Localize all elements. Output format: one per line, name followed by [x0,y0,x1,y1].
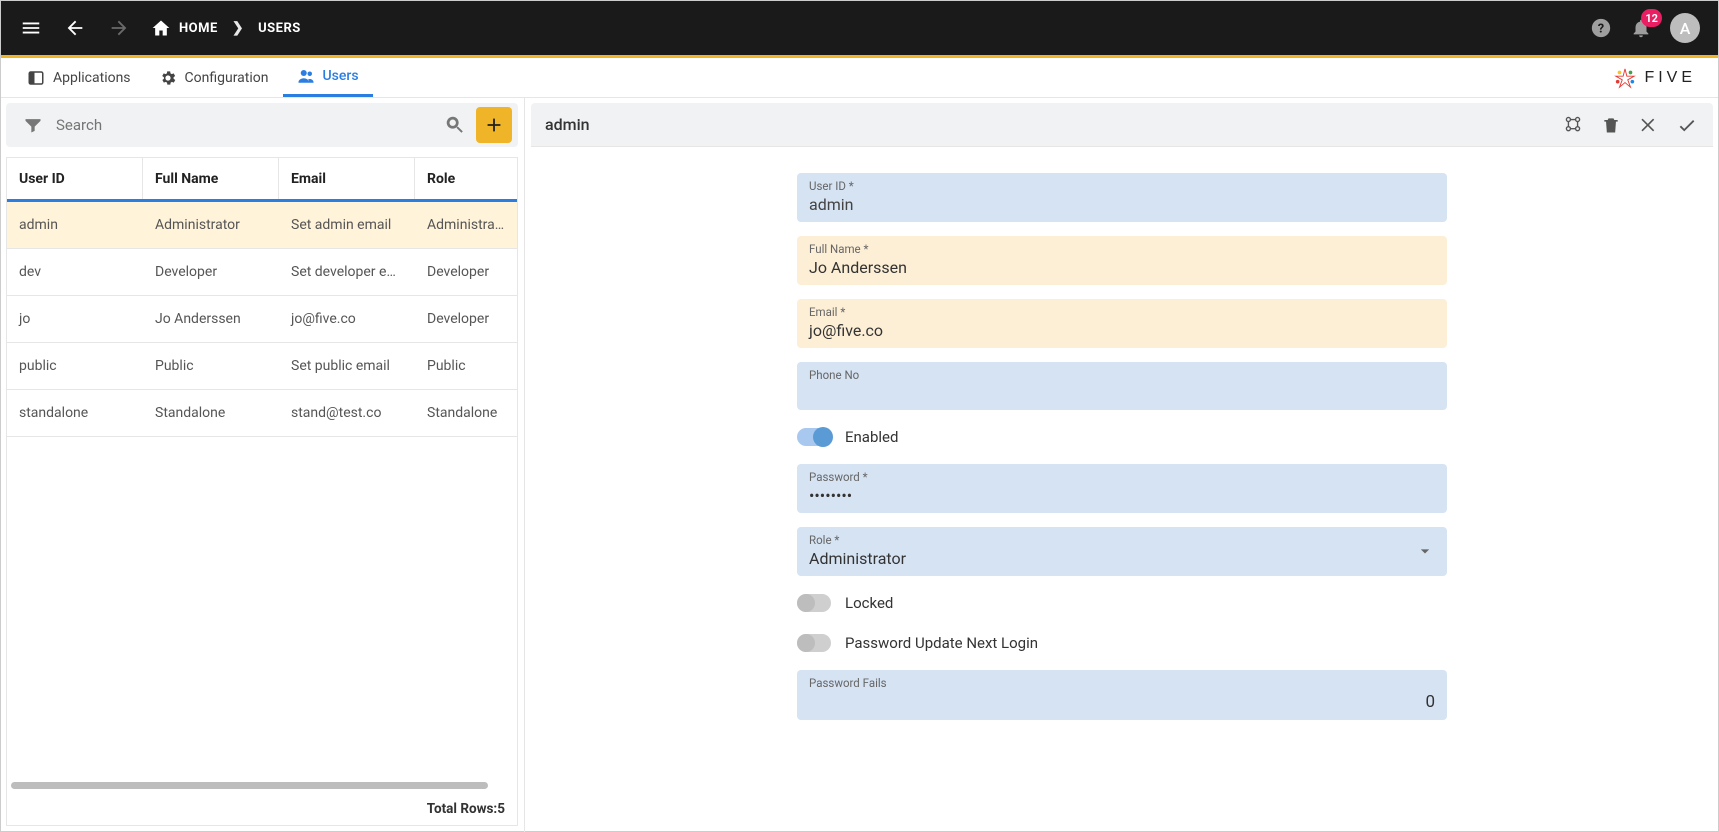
table-cell: Jo Anderssen [143,311,279,327]
field-email[interactable]: Email * jo@five.co [797,299,1447,348]
main-split: User ID Full Name Email Role adminAdmini… [0,97,1719,832]
table-cell: Public [143,358,279,374]
field-password-fails[interactable]: Password Fails 0 [797,670,1447,720]
detail-form: User ID * admin Full Name * Jo Anderssen… [525,147,1719,832]
group-icon[interactable] [1561,113,1585,137]
table-cell: dev [7,264,143,280]
table-cell: Set admin email [279,217,415,233]
tab-users[interactable]: Users [283,58,373,97]
detail-header: admin [531,103,1713,147]
grid-body: adminAdministratorSet admin emailAdminis… [7,202,517,777]
detail-pane: admin User ID * admin [525,97,1719,832]
chevron-right-icon: ❯ [232,20,244,36]
table-cell: stand@test.co [279,405,415,421]
table-cell: Standalone [415,405,517,421]
tab-configuration[interactable]: Configuration [145,58,283,97]
table-row[interactable]: joJo Anderssenjo@five.coDeveloper [7,296,517,343]
avatar[interactable]: A [1670,13,1700,43]
table-cell: Public [415,358,517,374]
app-logo: FIVE [1614,67,1706,89]
table-cell: Administrator [415,217,517,233]
switch-pwd-next[interactable]: Password Update Next Login [797,630,1447,656]
trash-icon[interactable] [1599,113,1623,137]
grid-footer: Total Rows: 5 [7,793,517,825]
field-full-name[interactable]: Full Name * Jo Anderssen [797,236,1447,285]
col-email[interactable]: Email [279,158,415,199]
search-input[interactable] [50,112,438,138]
check-icon[interactable] [1675,113,1699,137]
table-cell: Standalone [143,405,279,421]
field-role[interactable]: Role * Administrator [797,527,1447,576]
search-icon[interactable] [438,108,472,142]
filter-icon[interactable] [16,108,50,142]
notification-badge: 12 [1641,9,1662,27]
tab-applications[interactable]: Applications [13,58,145,97]
table-cell: Developer [143,264,279,280]
add-button[interactable] [476,107,512,143]
col-user-id[interactable]: User ID [7,158,143,199]
breadcrumb-current: USERS [258,21,301,36]
col-full-name[interactable]: Full Name [143,158,279,199]
switch-locked[interactable]: Locked [797,590,1447,616]
close-icon[interactable] [1637,113,1661,137]
switch-enabled[interactable]: Enabled [797,424,1447,450]
table-cell: Developer [415,311,517,327]
table-row[interactable]: publicPublicSet public emailPublic [7,343,517,390]
table-cell: jo@five.co [279,311,415,327]
toggle-icon [797,594,831,612]
table-cell: Developer [415,264,517,280]
field-password[interactable]: Password * •••••••• [797,464,1447,513]
table-cell: public [7,358,143,374]
home-icon[interactable] [151,18,171,38]
search-toolbar [6,103,518,147]
table-cell: standalone [7,405,143,421]
list-pane: User ID Full Name Email Role adminAdmini… [0,97,525,832]
table-row[interactable]: standaloneStandalonestand@test.coStandal… [7,390,517,437]
breadcrumb: HOME ❯ USERS [151,18,301,38]
chevron-down-icon [1415,541,1435,561]
svg-text:?: ? [1598,22,1604,37]
toggle-icon [797,634,831,652]
grid-hscroll[interactable] [7,777,517,793]
back-icon[interactable] [63,16,87,40]
detail-title: admin [545,115,590,134]
field-phone[interactable]: Phone No [797,362,1447,410]
table-cell: Set developer em… [279,264,415,280]
toggle-icon [797,428,831,446]
grid-header: User ID Full Name Email Role [7,158,517,202]
forward-icon [107,16,131,40]
col-role[interactable]: Role [415,158,517,199]
help-icon[interactable]: ? [1590,17,1612,39]
tab-bar: Applications Configuration Users FIVE [1,58,1718,98]
notifications-icon[interactable]: 12 [1630,17,1652,39]
top-bar: HOME ❯ USERS ? 12 A [1,1,1718,55]
table-row[interactable]: adminAdministratorSet admin emailAdminis… [7,202,517,249]
table-cell: Administrator [143,217,279,233]
table-row[interactable]: devDeveloperSet developer em…Developer [7,249,517,296]
menu-icon[interactable] [19,16,43,40]
breadcrumb-home[interactable]: HOME [179,21,218,36]
table-cell: jo [7,311,143,327]
table-cell: admin [7,217,143,233]
field-user-id: User ID * admin [797,173,1447,222]
users-grid: User ID Full Name Email Role adminAdmini… [6,157,518,826]
table-cell: Set public email [279,358,415,374]
